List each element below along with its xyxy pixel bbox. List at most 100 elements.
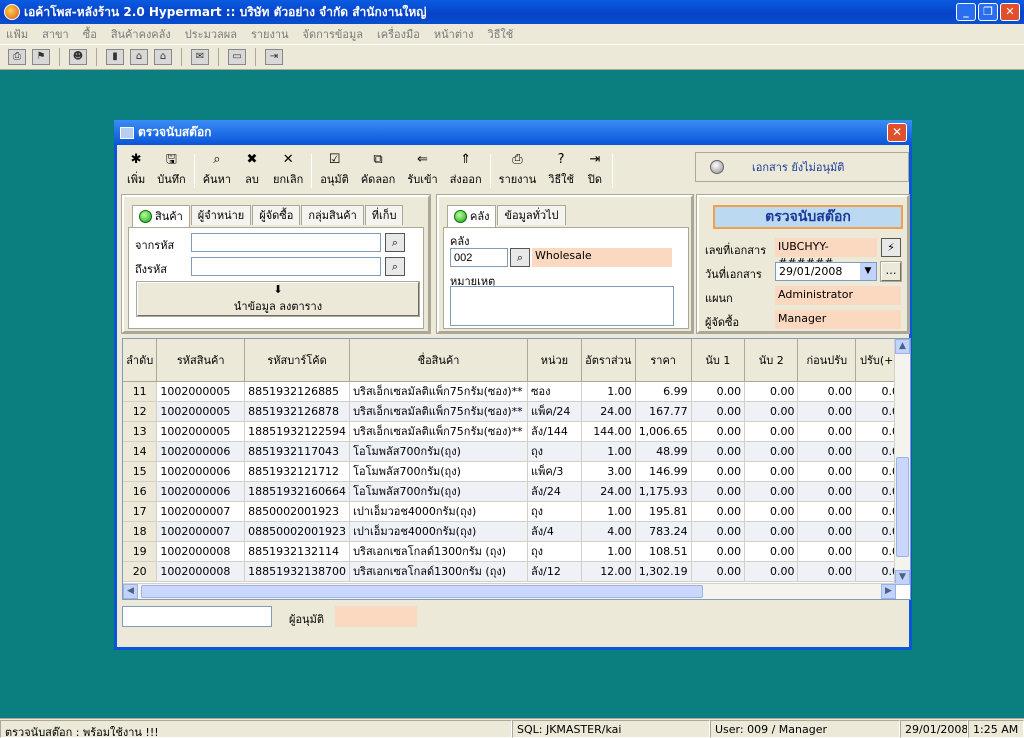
table-cell[interactable]: 0.00: [797, 421, 857, 442]
table-cell[interactable]: 0.00: [744, 441, 799, 462]
column-header[interactable]: ลำดับ: [123, 339, 158, 382]
column-header[interactable]: ก่อนปรับ: [797, 339, 857, 382]
table-row[interactable]: 16 1002000006 18851932160664 โอโมพลัส700กรั…: [123, 481, 910, 502]
bottom-entry-input[interactable]: [122, 606, 272, 627]
table-cell[interactable]: 1002000008: [156, 561, 246, 582]
send-button[interactable]: ⇑ ส่งออก: [444, 152, 488, 188]
table-cell[interactable]: 0.00: [797, 561, 857, 582]
table-cell[interactable]: ลัง/4: [527, 521, 582, 542]
tab-filter-2[interactable]: ผู้จัดซื้อ: [252, 205, 301, 225]
table-cell[interactable]: 15: [123, 461, 158, 482]
dropdown-arrow-icon[interactable]: ▼: [860, 263, 876, 280]
column-header[interactable]: ราคา: [635, 339, 692, 382]
table-cell[interactable]: โอโมพลัส700กรัม(ถุง): [349, 481, 529, 502]
table-cell[interactable]: 1002000005: [156, 401, 246, 422]
table-cell[interactable]: 48.99: [635, 441, 692, 462]
menu-item-4[interactable]: ประมวลผล: [185, 25, 237, 43]
column-header[interactable]: รหัสสินค้า: [156, 339, 246, 382]
table-row[interactable]: 17 1002000007 8850002001923 เปาเอ็มวอช4000ก…: [123, 501, 910, 522]
table-cell[interactable]: 12: [123, 401, 158, 422]
menu-item-9[interactable]: วิธีใช้: [488, 25, 514, 43]
table-cell[interactable]: 11: [123, 381, 158, 402]
table-cell[interactable]: 1002000008: [156, 541, 246, 562]
table-cell[interactable]: 0.00: [691, 401, 746, 422]
table-cell[interactable]: 0.00: [744, 381, 799, 402]
receive-button[interactable]: ⇐ รับเข้า: [401, 152, 443, 188]
scroll-right-icon[interactable]: ▶: [881, 584, 896, 599]
menu-item-0[interactable]: แฟ้ม: [6, 25, 28, 43]
tab-filter-0[interactable]: สินค้า: [132, 205, 190, 227]
menu-item-6[interactable]: จัดการข้อมูล: [303, 25, 363, 43]
table-cell[interactable]: เปาเอ็มวอช4000กรัม(ถุง): [349, 501, 529, 522]
tab-filter-1[interactable]: ผู้จำหน่าย: [190, 205, 252, 225]
copy-button[interactable]: ⧉ คัดลอก: [355, 152, 402, 188]
bag-icon[interactable]: ✉: [191, 49, 209, 65]
table-cell[interactable]: 8851932132114: [244, 541, 351, 562]
table-cell[interactable]: 195.81: [635, 501, 692, 522]
table-row[interactable]: 19 1002000008 8851932132114 บริสเอกเซลโกลด์…: [123, 541, 910, 562]
table-cell[interactable]: 0.00: [691, 561, 746, 582]
scroll-down-icon[interactable]: ▼: [895, 570, 910, 585]
table-cell[interactable]: 08850002001923: [244, 521, 351, 542]
table-cell[interactable]: 0.00: [691, 521, 746, 542]
table-cell[interactable]: 1.00: [581, 441, 636, 462]
table-row[interactable]: 20 1002000008 18851932138700 บริสเอกเซลโกลด…: [123, 561, 910, 582]
table-cell[interactable]: ถุง: [527, 541, 582, 562]
table-cell[interactable]: 1002000007: [156, 501, 246, 522]
table-row[interactable]: 18 1002000007 08850002001923 เปาเอ็มวอช4000…: [123, 521, 910, 542]
table-row[interactable]: 11 1002000005 8851932126885 บริสเอ็กเซลมัลต…: [123, 381, 910, 402]
add-button[interactable]: ✱ เพิ่ม: [121, 152, 151, 188]
table-cell[interactable]: 0.00: [744, 561, 799, 582]
table-cell[interactable]: 8851932117043: [244, 441, 351, 462]
doc-generate-icon[interactable]: ⚡: [881, 238, 901, 257]
scroll-up-icon[interactable]: ▲: [895, 339, 910, 354]
table-cell[interactable]: 0.00: [691, 481, 746, 502]
scroll-left-icon[interactable]: ◀: [123, 584, 138, 599]
table-cell[interactable]: 18851932122594: [244, 421, 351, 442]
table-cell[interactable]: 146.99: [635, 461, 692, 482]
approve-button[interactable]: ☑ อนุมัติ: [314, 152, 355, 188]
menu-item-8[interactable]: หน้าต่าง: [434, 25, 474, 43]
home-back-icon[interactable]: ⌂: [130, 49, 148, 65]
table-cell[interactable]: บริสเอ็กเซลมัลติแพ็ก75กรัม(ซอง)**: [349, 421, 529, 442]
menu-item-5[interactable]: รายงาน: [251, 25, 289, 43]
menu-item-3[interactable]: สินค้าคงคลัง: [111, 25, 171, 43]
table-cell[interactable]: 0.00: [691, 461, 746, 482]
minimize-button[interactable]: _: [956, 3, 976, 21]
table-cell[interactable]: 1002000005: [156, 381, 246, 402]
table-cell[interactable]: 0.00: [744, 481, 799, 502]
table-cell[interactable]: บริสเอ็กเซลมัลติแพ็ก75กรัม(ซอง)**: [349, 401, 529, 422]
table-cell[interactable]: 18851932160664: [244, 481, 351, 502]
table-cell[interactable]: 0.00: [797, 541, 857, 562]
table-cell[interactable]: 144.00: [581, 421, 636, 442]
vertical-scrollbar[interactable]: ▲ ▼: [894, 339, 910, 585]
table-cell[interactable]: 13: [123, 421, 158, 442]
table-cell[interactable]: 0.00: [691, 501, 746, 522]
column-header[interactable]: หน่วย: [527, 339, 582, 382]
to-code-search-icon[interactable]: ⌕: [385, 257, 405, 276]
table-cell[interactable]: 18851932138700: [244, 561, 351, 582]
table-cell[interactable]: ลัง/12: [527, 561, 582, 582]
column-header[interactable]: ชื่อสินค้า: [349, 339, 529, 382]
cancel-button[interactable]: ✕ ยกเลิก: [267, 152, 309, 188]
table-cell[interactable]: เปาเอ็มวอช4000กรัม(ถุง): [349, 521, 529, 542]
table-cell[interactable]: 1002000007: [156, 521, 246, 542]
barcode-icon[interactable]: ▮: [106, 49, 124, 65]
help-button[interactable]: ? วิธีใช้: [542, 152, 580, 188]
restore-button[interactable]: ❐: [978, 3, 998, 21]
table-cell[interactable]: บริสเอ็กเซลมัลติแพ็ก75กรัม(ซอง)**: [349, 381, 529, 402]
exit-button[interactable]: ⇥ ปิด: [580, 152, 610, 188]
table-cell[interactable]: 0.00: [744, 541, 799, 562]
table-cell[interactable]: แพ็ค/3: [527, 461, 582, 482]
table-cell[interactable]: 4.00: [581, 521, 636, 542]
table-cell[interactable]: 0.00: [797, 401, 857, 422]
table-cell[interactable]: 17: [123, 501, 158, 522]
table-cell[interactable]: 0.00: [691, 541, 746, 562]
table-cell[interactable]: 1002000006: [156, 481, 246, 502]
users-icon[interactable]: ☻: [69, 49, 87, 65]
table-cell[interactable]: 8850002001923: [244, 501, 351, 522]
from-code-search-icon[interactable]: ⌕: [385, 233, 405, 252]
table-cell[interactable]: 0.00: [797, 441, 857, 462]
home-forward-icon[interactable]: ⌂: [154, 49, 172, 65]
table-cell[interactable]: 1002000006: [156, 461, 246, 482]
